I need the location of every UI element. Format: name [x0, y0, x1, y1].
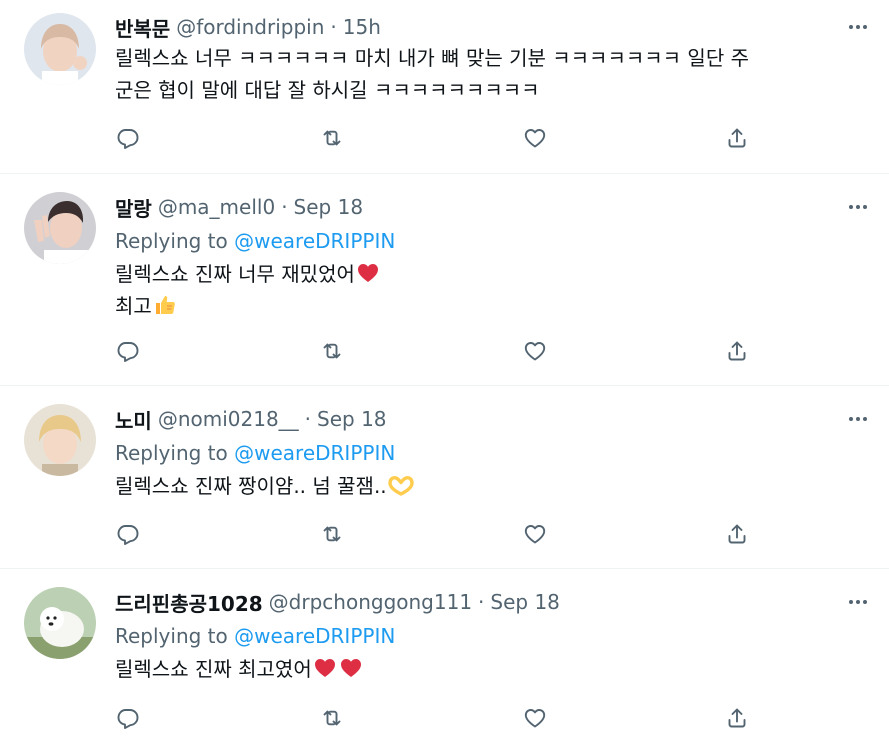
- like-icon[interactable]: [520, 123, 550, 153]
- retweet-icon[interactable]: [317, 123, 347, 153]
- share-icon[interactable]: [722, 336, 752, 366]
- tweet[interactable]: 말랑 @ma_mell0 · Sep 18 Replying to @weare…: [0, 174, 889, 386]
- like-icon[interactable]: [520, 519, 550, 549]
- tweet-feed: 반복문 @fordindrippin · 15h 릴렉스쇼 너무 ㅋㅋㅋㅋㅋㅋ …: [0, 0, 889, 748]
- tweet[interactable]: 드리핀총공1028 @drpchonggong111 · Sep 18 Repl…: [0, 569, 889, 748]
- replying-to-label: Replying to: [115, 229, 228, 253]
- heart-emoji: [338, 656, 364, 680]
- timestamp[interactable]: Sep 18: [317, 407, 387, 431]
- mention-link[interactable]: @weareDRIPPIN: [234, 624, 395, 648]
- user-handle[interactable]: @ma_mell0: [158, 195, 275, 219]
- tweet-text-line: 군은 협이 말에 대답 잘 하시길 ㅋㅋㅋㅋㅋㅋㅋㅋㅋ: [115, 78, 540, 102]
- replying-to-label: Replying to: [115, 624, 228, 648]
- timestamp[interactable]: Sep 18: [490, 590, 560, 614]
- user-handle[interactable]: @nomi0218__: [158, 407, 299, 431]
- heart-emoji: [312, 656, 338, 680]
- tweet[interactable]: 반복문 @fordindrippin · 15h 릴렉스쇼 너무 ㅋㅋㅋㅋㅋㅋ …: [0, 0, 889, 174]
- tweet-actions: [0, 519, 889, 549]
- display-name[interactable]: 반복문: [115, 13, 170, 42]
- like-icon[interactable]: [520, 336, 550, 366]
- avatar[interactable]: [24, 13, 96, 85]
- replying-to-label: Replying to: [115, 441, 228, 465]
- tweet-text: 릴렉스쇼 진짜 짱이얌.. 넘 꿀잼..: [115, 474, 387, 498]
- heart-hands-emoji: [387, 473, 415, 497]
- more-icon[interactable]: [845, 406, 871, 432]
- tweet-text-line: 최고: [115, 290, 178, 322]
- mention-link[interactable]: @weareDRIPPIN: [234, 229, 395, 253]
- replying-to: Replying to @weareDRIPPIN: [115, 441, 395, 465]
- more-icon[interactable]: [845, 194, 871, 220]
- retweet-icon[interactable]: [317, 336, 347, 366]
- retweet-icon[interactable]: [317, 703, 347, 733]
- reply-icon[interactable]: [113, 519, 143, 549]
- timestamp[interactable]: 15h: [343, 15, 381, 39]
- timestamp[interactable]: Sep 18: [294, 195, 364, 219]
- display-name[interactable]: 말랑: [115, 193, 152, 222]
- display-name[interactable]: 노미: [115, 405, 152, 434]
- share-icon[interactable]: [722, 703, 752, 733]
- tweet[interactable]: 노미 @nomi0218__ · Sep 18 Replying to @wea…: [0, 386, 889, 569]
- replying-to: Replying to @weareDRIPPIN: [115, 229, 395, 253]
- replying-to: Replying to @weareDRIPPIN: [115, 624, 395, 648]
- tweet-text: 최고: [115, 294, 152, 318]
- tweet-actions: [0, 703, 889, 733]
- tweet-text-line: 릴렉스쇼 진짜 너무 재밌었어: [115, 258, 381, 290]
- reply-icon[interactable]: [113, 123, 143, 153]
- avatar[interactable]: [24, 587, 96, 659]
- thumbs-up-emoji: [152, 293, 178, 317]
- avatar[interactable]: [24, 192, 96, 264]
- separator-dot: ·: [478, 590, 485, 614]
- reply-icon[interactable]: [113, 336, 143, 366]
- retweet-icon[interactable]: [317, 519, 347, 549]
- more-icon[interactable]: [845, 14, 871, 40]
- reply-icon[interactable]: [113, 703, 143, 733]
- tweet-actions: [0, 336, 889, 366]
- avatar[interactable]: [24, 404, 96, 476]
- mention-link[interactable]: @weareDRIPPIN: [234, 441, 395, 465]
- like-icon[interactable]: [520, 703, 550, 733]
- user-handle[interactable]: @drpchonggong111: [269, 590, 472, 614]
- separator-dot: ·: [281, 195, 288, 219]
- share-icon[interactable]: [722, 123, 752, 153]
- more-icon[interactable]: [845, 589, 871, 615]
- tweet-text-line: 릴렉스쇼 진짜 최고였어: [115, 653, 364, 685]
- tweet-text-line: 릴렉스쇼 너무 ㅋㅋㅋㅋㅋㅋ 마치 내가 뼈 맞는 기분 ㅋㅋㅋㅋㅋㅋㅋ 일단 …: [115, 46, 749, 70]
- share-icon[interactable]: [722, 519, 752, 549]
- tweet-text: 릴렉스쇼 진짜 최고였어: [115, 657, 312, 681]
- tweet-actions: [0, 123, 889, 153]
- user-handle[interactable]: @fordindrippin: [176, 15, 324, 39]
- separator-dot: ·: [330, 15, 337, 39]
- tweet-text: 릴렉스쇼 진짜 너무 재밌었어: [115, 262, 355, 286]
- heart-emoji: [355, 261, 381, 285]
- display-name[interactable]: 드리핀총공1028: [115, 588, 263, 617]
- tweet-text-line: 릴렉스쇼 진짜 짱이얌.. 넘 꿀잼..: [115, 470, 415, 502]
- separator-dot: ·: [304, 407, 312, 431]
